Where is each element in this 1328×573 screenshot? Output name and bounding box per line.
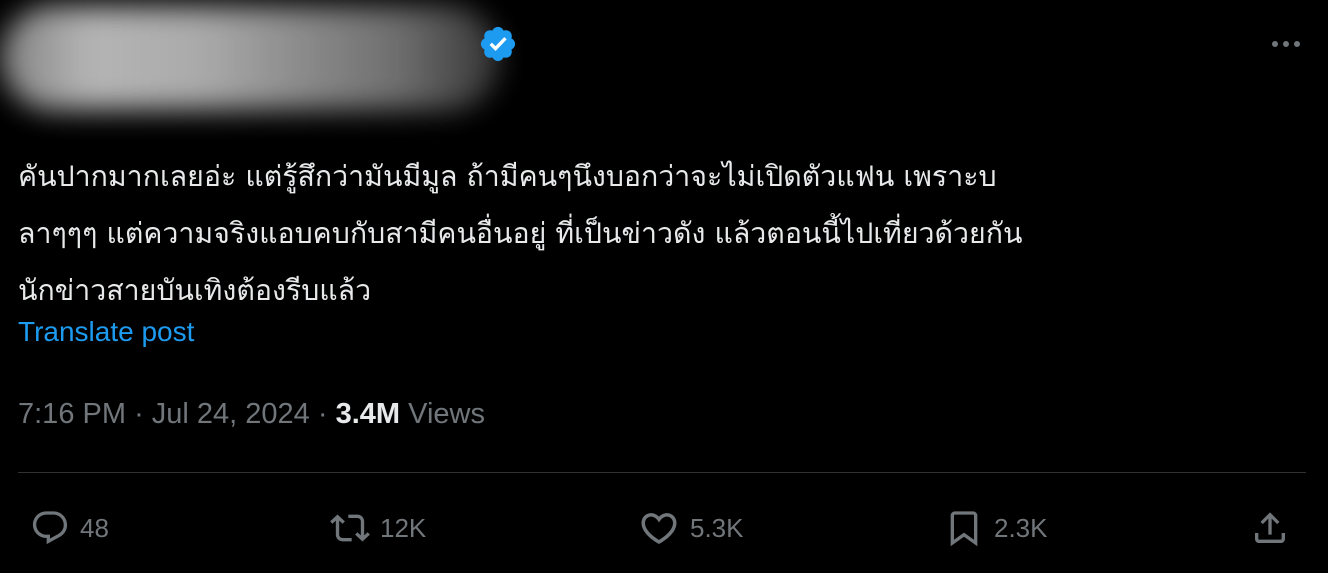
post-time[interactable]: 7:16 PM <box>18 398 126 430</box>
repost-icon <box>330 508 370 548</box>
blurred-author-name[interactable] <box>0 6 500 110</box>
heart-icon <box>638 507 680 549</box>
repost-button[interactable]: 12K <box>330 500 426 556</box>
more-options-button[interactable] <box>1266 26 1306 62</box>
reply-icon <box>30 508 70 548</box>
author-row <box>0 0 1328 110</box>
translate-post-link[interactable]: Translate post <box>18 316 194 348</box>
bookmark-icon <box>944 508 984 548</box>
reply-button[interactable]: 48 <box>30 500 109 556</box>
like-button[interactable]: 5.3K <box>638 500 744 556</box>
divider <box>18 472 1306 473</box>
post-text: คันปากมากเลยอ่ะ แต่รู้สึกว่ามันมีมูล ถ้า… <box>18 148 1314 319</box>
meta-separator: · <box>317 398 328 430</box>
views-label: Views <box>408 398 485 430</box>
reply-count: 48 <box>80 512 109 543</box>
like-count: 5.3K <box>690 512 744 543</box>
meta-separator: · <box>134 398 144 430</box>
views-count: 3.4M <box>335 398 401 430</box>
verified-badge-icon[interactable] <box>478 24 518 64</box>
post-text-line: คันปากมากเลยอ่ะ แต่รู้สึกว่ามันมีมูล ถ้า… <box>18 160 997 193</box>
action-bar: 48 12K 5.3K 2.3K <box>0 500 1328 556</box>
bookmark-button[interactable]: 2.3K <box>944 500 1048 556</box>
post-text-line: ลาๆๆๆ แต่ความจริงแอบคบกับสามีคนอื่นอยู่ … <box>18 217 1023 250</box>
share-icon <box>1250 508 1290 548</box>
post-date[interactable]: Jul 24, 2024 <box>152 398 310 430</box>
post-meta: 7:16 PM · Jul 24, 2024 · 3.4M Views <box>18 394 485 434</box>
repost-count: 12K <box>380 512 427 543</box>
share-button[interactable] <box>1250 500 1290 556</box>
more-icon <box>1272 41 1300 47</box>
bookmark-count: 2.3K <box>994 512 1048 543</box>
post-text-line: นักข่าวสายบันเทิงต้องรีบแล้ว <box>18 274 372 307</box>
